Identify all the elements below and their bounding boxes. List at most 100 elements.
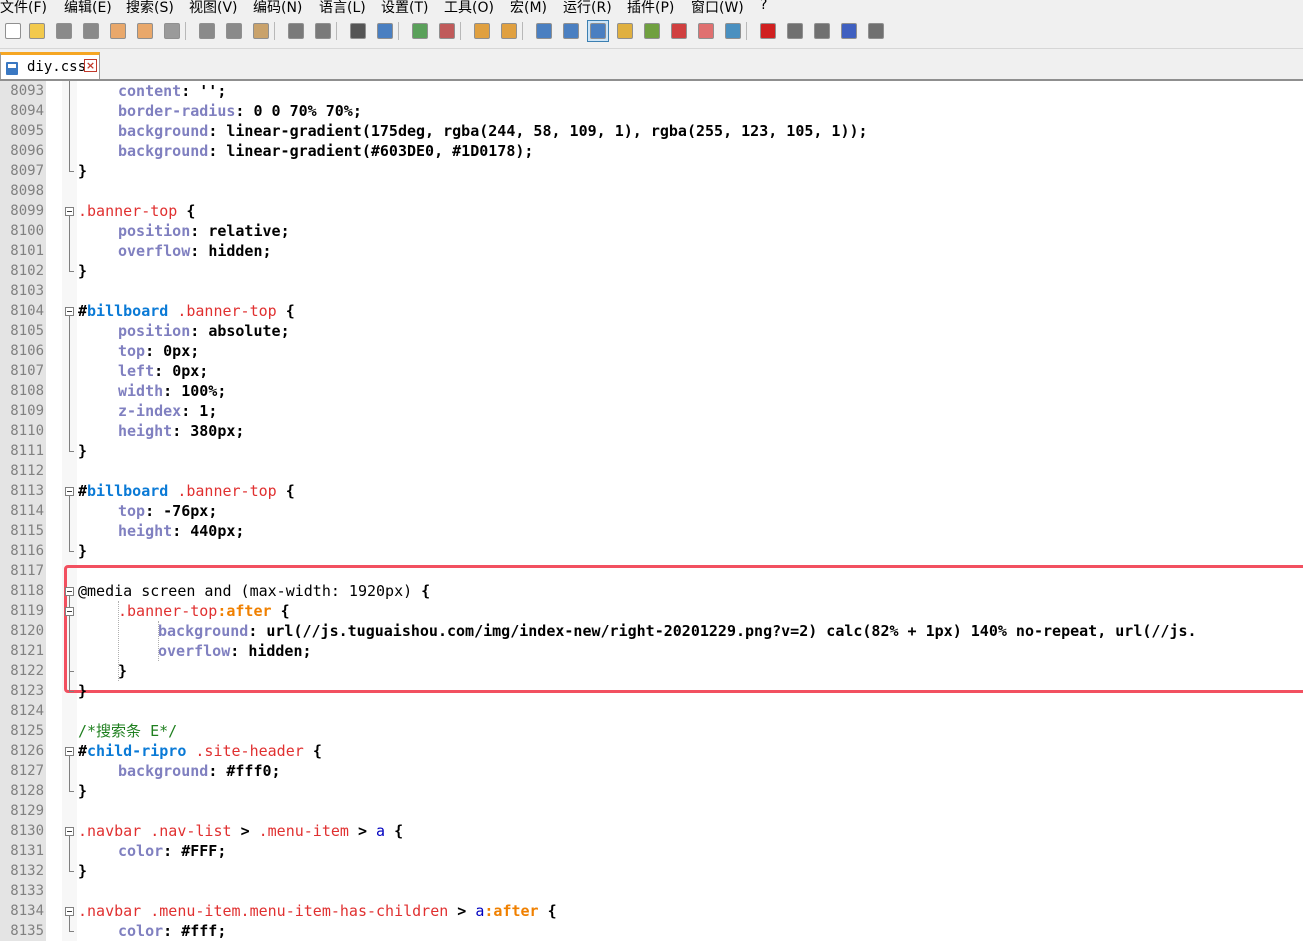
code-line: 8099 .banner-top { [0, 201, 1303, 221]
token-punc: ; [302, 642, 312, 660]
fold-toggle-icon[interactable] [65, 587, 74, 596]
menu-item-1[interactable]: 编辑(E) [64, 0, 112, 14]
token-punc: ; [208, 502, 218, 520]
code-editor[interactable]: 8093 content: ''; 8094 border-radius: 0 0 7… [0, 81, 1303, 941]
fold-toggle-icon[interactable] [65, 747, 74, 756]
token-punc: ; [208, 402, 218, 420]
token-prop: color [118, 842, 164, 860]
code-line: 8095 background: linear-gradient(175deg, … [0, 121, 1303, 141]
tab-diy-css[interactable]: diy.css × [0, 52, 100, 79]
indent-guide-icon[interactable] [587, 20, 609, 42]
show-all-chars-icon-glyph [563, 23, 579, 39]
line-number: 8120 [10, 623, 44, 639]
line-number: 8119 [10, 603, 44, 619]
fold-toggle-icon[interactable] [65, 607, 74, 616]
doc-map-icon[interactable] [642, 21, 662, 41]
token-id: billboard [87, 302, 169, 320]
tab-close-icon[interactable]: × [84, 59, 97, 72]
menu-item-9[interactable]: 运行(R) [563, 0, 612, 14]
find-icon[interactable] [348, 21, 368, 41]
folder-workspace-icon-glyph [698, 23, 714, 39]
fold-toggle-icon[interactable] [65, 307, 74, 316]
macro-play-icon[interactable] [812, 21, 832, 41]
redo-icon[interactable] [313, 21, 333, 41]
token-val: '' [199, 82, 218, 100]
token-punc: { [394, 822, 404, 840]
zoom-out-icon[interactable] [437, 21, 457, 41]
zoom-in-icon[interactable] [410, 21, 430, 41]
menu-item-12[interactable]: ? [760, 0, 767, 13]
token-punc: : [154, 362, 173, 380]
close-all-icon[interactable] [135, 21, 155, 41]
line-number: 8109 [10, 403, 44, 419]
code-line: 8129 [0, 801, 1303, 821]
monitoring-icon[interactable] [723, 21, 743, 41]
code-text: .banner-top:after { [118, 601, 290, 621]
line-number: 8115 [10, 523, 44, 539]
print-icon[interactable] [162, 21, 182, 41]
word-wrap-icon[interactable] [534, 21, 554, 41]
line-number: 8095 [10, 123, 44, 139]
token-punc: { [421, 582, 431, 600]
code-line: 8117 [0, 561, 1303, 581]
show-all-chars-icon[interactable] [561, 21, 581, 41]
fold-toggle-icon[interactable] [65, 207, 74, 216]
undo-icon[interactable] [286, 21, 306, 41]
fold-toggle-icon[interactable] [65, 827, 74, 836]
fold-toggle-icon[interactable] [65, 487, 74, 496]
token-punc: : [181, 402, 200, 420]
macro-save-icon[interactable] [866, 21, 886, 41]
new-file-icon[interactable] [3, 21, 23, 41]
macro-record-icon[interactable] [758, 21, 778, 41]
menu-item-8[interactable]: 宏(M) [510, 0, 547, 14]
menu-item-0[interactable]: 文件(F) [0, 0, 47, 14]
menu-item-2[interactable]: 搜索(S) [126, 0, 174, 14]
code-line: 8119 .banner-top:after { [0, 601, 1303, 621]
folder-workspace-icon[interactable] [696, 21, 716, 41]
new-file-icon-glyph [5, 23, 21, 39]
sync-vertical-icon[interactable] [472, 21, 492, 41]
menu-item-6[interactable]: 设置(T) [381, 0, 428, 14]
toolbar-separator [746, 22, 747, 40]
token-punc: : [208, 122, 227, 140]
token-val: 100% [181, 382, 218, 400]
menu-item-4[interactable]: 编码(N) [253, 0, 302, 14]
indent-guide-line [158, 621, 160, 661]
menu-item-11[interactable]: 窗口(W) [691, 0, 744, 14]
user-language-icon-glyph [617, 23, 633, 39]
user-language-icon[interactable] [615, 21, 635, 41]
cut-icon[interactable] [197, 21, 217, 41]
toolbar-separator [185, 22, 186, 40]
fold-toggle-icon[interactable] [65, 907, 74, 916]
close-icon-glyph [110, 23, 126, 39]
save-icon[interactable] [54, 21, 74, 41]
token-prop: top [118, 502, 146, 520]
menu-item-10[interactable]: 插件(P) [627, 0, 674, 14]
sync-horizontal-icon[interactable] [499, 21, 519, 41]
replace-icon[interactable] [375, 21, 395, 41]
line-number: 8112 [10, 463, 44, 479]
open-file-icon[interactable] [27, 21, 47, 41]
copy-icon[interactable] [224, 21, 244, 41]
function-list-icon[interactable] [669, 21, 689, 41]
macro-stop-icon[interactable] [785, 21, 805, 41]
code-line: 8112 [0, 461, 1303, 481]
line-number: 8100 [10, 223, 44, 239]
code-text: color: #FFF; [118, 841, 226, 861]
paste-icon[interactable] [251, 21, 271, 41]
save-all-icon[interactable] [81, 21, 101, 41]
token-punc: > [240, 822, 250, 840]
macro-run-multiple-icon[interactable] [839, 21, 859, 41]
line-number: 8108 [10, 383, 44, 399]
fold-end-marker [69, 171, 74, 172]
macro-play-icon-glyph [814, 23, 830, 39]
menu-item-5[interactable]: 语言(L) [319, 0, 366, 14]
close-icon[interactable] [108, 21, 128, 41]
fold-end-marker [69, 931, 74, 932]
fold-line [69, 216, 70, 271]
menu-item-3[interactable]: 视图(V) [189, 0, 238, 14]
menu-item-7[interactable]: 工具(O) [444, 0, 494, 14]
macro-save-icon-glyph [868, 23, 884, 39]
